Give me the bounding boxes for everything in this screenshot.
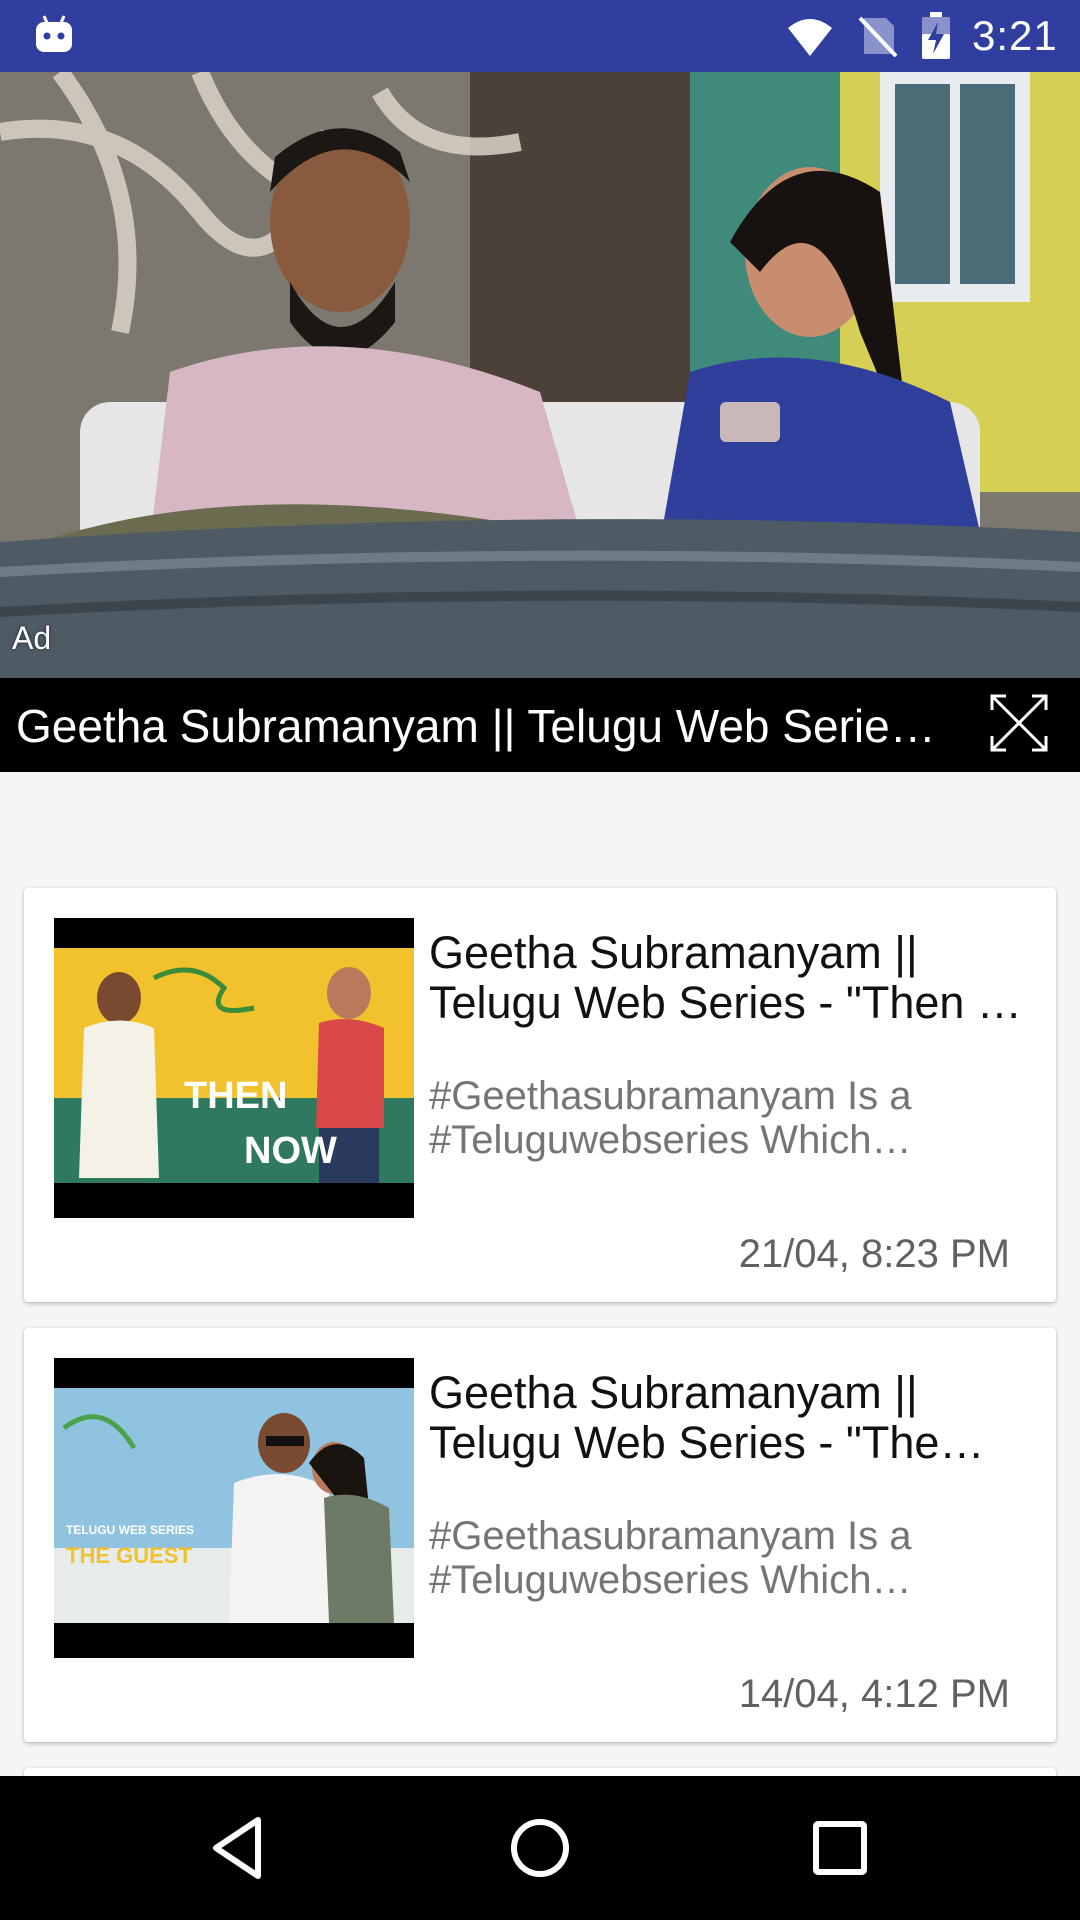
- android-icon: [36, 15, 72, 52]
- ad-video[interactable]: Ad: [0, 72, 1080, 678]
- battery-charging-icon: [922, 12, 950, 59]
- video-card[interactable]: TELUGU WEB SERIES THE GUEST Geetha Subra…: [24, 1328, 1056, 1742]
- thumb-text-now: NOW: [244, 1130, 337, 1172]
- ad-video-frame: [0, 72, 1080, 678]
- video-description: #Geethasubramanyam Is a #Teluguwebseries…: [429, 1074, 912, 1162]
- video-description: #Geethasubramanyam Is a #Teluguwebseries…: [429, 1514, 912, 1602]
- navigation-bar: [0, 1776, 1080, 1920]
- wifi-icon: [788, 19, 832, 56]
- video-thumbnail: TELUGU WEB SERIES THE GUEST: [54, 1358, 414, 1658]
- clock: 3:21: [972, 12, 1058, 59]
- video-title: Geetha Subramanyam || Telugu Web Series …: [429, 1368, 940, 1468]
- video-date: 14/04, 4:12 PM: [738, 1672, 1010, 1716]
- home-icon[interactable]: [504, 1812, 576, 1884]
- video-card[interactable]: THEN NOW Geetha Subramanyam || Telugu We…: [24, 888, 1056, 1302]
- thumb-text-the-guest: THE GUEST: [66, 1543, 192, 1568]
- thumb-text-series: TELUGU WEB SERIES: [66, 1523, 194, 1537]
- video-title: Geetha Subramanyam || Telugu Web Series …: [429, 928, 1007, 1028]
- thumb-text-then: THEN: [184, 1075, 287, 1117]
- video-date: 21/04, 8:23 PM: [738, 1232, 1010, 1276]
- ad-title-bar: Geetha Subramanyam || Telugu Web Series …: [0, 678, 1080, 772]
- ad-title[interactable]: Geetha Subramanyam || Telugu Web Series …: [16, 698, 946, 754]
- status-bar: 3:21: [0, 0, 1080, 72]
- video-thumbnail: THEN NOW: [54, 918, 414, 1218]
- fullscreen-icon[interactable]: [986, 690, 1052, 756]
- no-sim-icon: [858, 16, 898, 58]
- ad-label: Ad: [12, 620, 52, 656]
- recents-icon[interactable]: [804, 1812, 876, 1884]
- back-icon[interactable]: [204, 1812, 276, 1884]
